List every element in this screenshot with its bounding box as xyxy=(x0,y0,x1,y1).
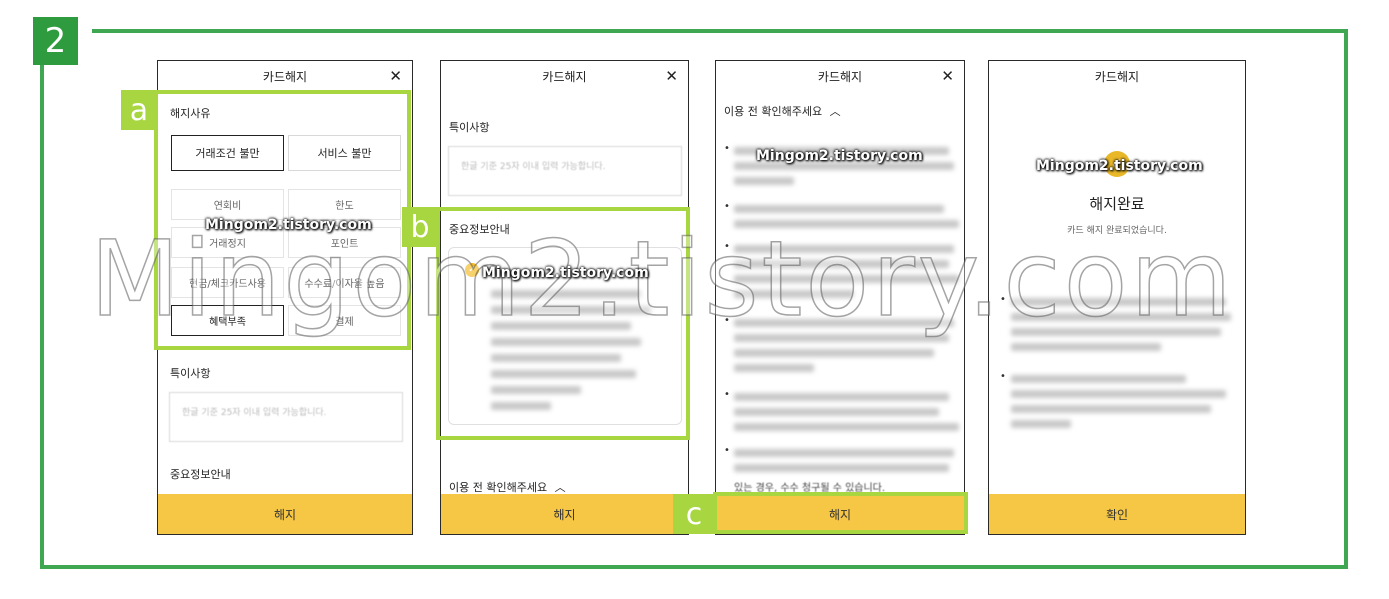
cancel-card-button[interactable]: 해지 xyxy=(158,494,412,534)
tutorial-figure: 2 카드해지 ✕ 해지사유 거래조건 불만 서비스 불만 연회비 한도 거래정지… xyxy=(0,0,1389,599)
blurred-text xyxy=(734,220,959,228)
watermark-text: Mingom2.tistory.com xyxy=(205,217,372,233)
bullet-icon: • xyxy=(724,241,730,252)
marker-b-label: b xyxy=(402,207,438,247)
blurred-text xyxy=(734,205,944,213)
precheck-toggle[interactable]: 이용 전 확인해주세요 ︿ xyxy=(449,479,566,495)
notes-label: 특이사항 xyxy=(449,121,490,134)
watermark-text: Mingom2.tistory.com xyxy=(482,265,649,281)
marker-a-label: a xyxy=(121,90,157,130)
close-icon[interactable]: ✕ xyxy=(665,67,678,85)
screen-title: 카드해지 xyxy=(262,69,308,84)
blurred-text xyxy=(1011,313,1231,321)
watermark-text: Mingom2.tistory.com xyxy=(756,148,923,164)
marker-c-box xyxy=(713,492,968,534)
close-icon[interactable]: ✕ xyxy=(941,67,954,85)
close-icon[interactable]: ✕ xyxy=(389,67,402,85)
bullet-icon: • xyxy=(724,315,730,326)
cancel-card-button[interactable]: 해지 xyxy=(441,494,688,534)
precheck-label: 이용 전 확인해주세요 xyxy=(724,105,823,118)
screen-complete: 카드해지 ✓ 해지완료 카드 해지 완료되었습니다. • • 확인 xyxy=(988,60,1246,535)
bullet-icon: • xyxy=(1000,371,1006,382)
blurred-text xyxy=(1011,390,1226,398)
blurred-text xyxy=(734,319,954,327)
blurred-text xyxy=(1011,328,1221,336)
blurred-text xyxy=(734,177,794,185)
bullet-icon: • xyxy=(1000,294,1006,305)
screen-title: 카드해지 xyxy=(542,69,587,84)
blurred-text xyxy=(734,349,934,357)
blurred-text xyxy=(1011,343,1161,351)
blurred-text xyxy=(734,245,954,253)
precheck-toggle[interactable]: 이용 전 확인해주세요 ︿ xyxy=(724,103,841,119)
blurred-text xyxy=(734,275,959,283)
chevron-up-icon: ︿ xyxy=(554,481,566,494)
blurred-text xyxy=(1011,420,1071,428)
marker-c-label: c xyxy=(673,494,715,534)
bullet-icon: • xyxy=(724,201,730,212)
screen-precheck: 카드해지 ✕ 이용 전 확인해주세요 ︿ • • • • • • 있는 경우, … xyxy=(715,60,965,535)
bullet-icon: • xyxy=(724,389,730,400)
screen-title: 카드해지 xyxy=(1094,69,1140,84)
blurred-text xyxy=(734,464,949,472)
blurred-text xyxy=(1011,375,1186,383)
bullet-icon: • xyxy=(724,445,730,456)
info-label: 중요정보안내 xyxy=(170,468,231,481)
blurred-text xyxy=(1011,405,1211,413)
blurred-text xyxy=(734,423,959,431)
notes-input[interactable]: 한글 기준 25자 이내 입력 가능합니다. xyxy=(169,392,403,442)
screen-title: 카드해지 xyxy=(817,69,863,84)
marker-b-box xyxy=(436,207,690,440)
blurred-text xyxy=(734,290,854,298)
confirm-button[interactable]: 확인 xyxy=(989,494,1245,534)
notes-label: 특이사항 xyxy=(170,367,211,380)
blurred-text xyxy=(734,449,954,457)
step-badge: 2 xyxy=(33,17,78,65)
notes-input[interactable]: 한글 기준 25자 이내 입력 가능합니다. xyxy=(448,146,682,196)
blurred-text xyxy=(734,408,939,416)
blurred-text xyxy=(734,334,949,342)
blurred-text xyxy=(734,393,949,401)
watermark-text: Mingom2.tistory.com xyxy=(1036,158,1203,174)
blurred-text xyxy=(1011,298,1226,306)
bullet-icon: • xyxy=(724,143,730,154)
blurred-text xyxy=(734,364,814,372)
done-title: 해지완료 xyxy=(1089,195,1145,213)
chevron-up-icon: ︿ xyxy=(829,105,841,118)
blurred-text xyxy=(734,260,949,268)
done-message: 카드 해지 완료되었습니다. xyxy=(1067,226,1167,236)
precheck-label: 이용 전 확인해주세요 xyxy=(449,481,548,494)
